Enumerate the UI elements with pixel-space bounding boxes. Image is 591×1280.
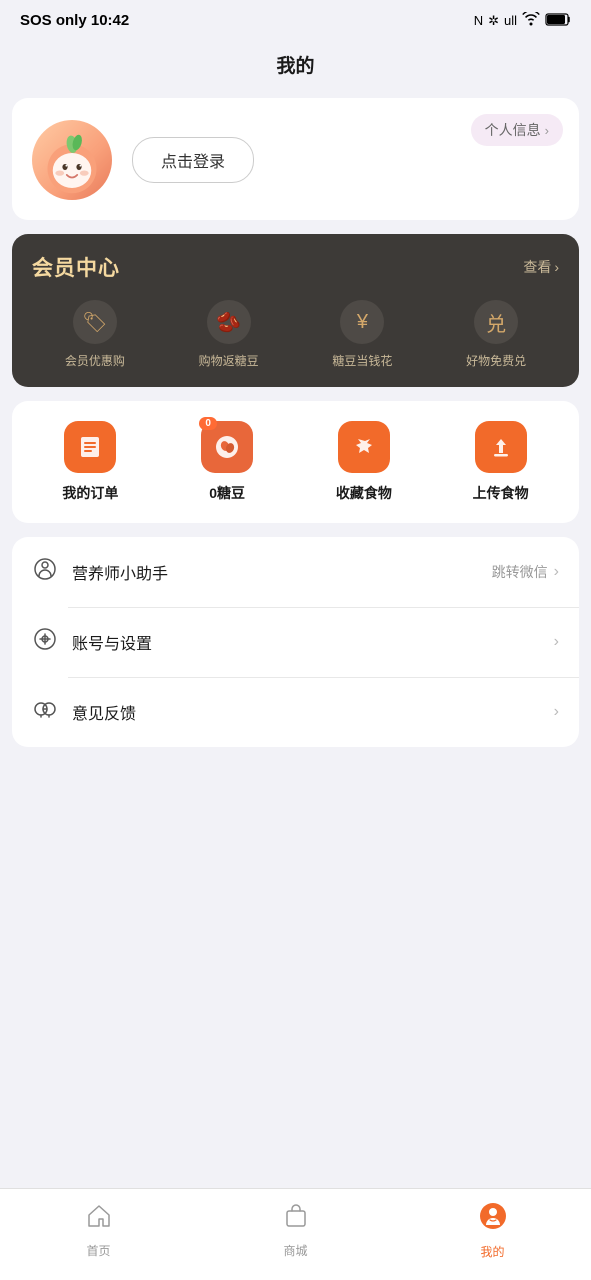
member-item-beans[interactable]: 🫘 购物返糖豆 bbox=[166, 300, 292, 369]
shop-label: 商城 bbox=[283, 1242, 307, 1259]
favorites-label: 收藏食物 bbox=[336, 483, 392, 503]
menu-item-right: › bbox=[554, 703, 559, 721]
menu-item-left: 意见反馈 bbox=[32, 697, 136, 727]
orders-icon bbox=[64, 421, 116, 473]
account-label: 账号与设置 bbox=[72, 630, 152, 654]
chevron-right-icon: › bbox=[545, 123, 549, 138]
quick-item-orders[interactable]: 我的订单 bbox=[22, 421, 159, 503]
chevron-right-icon: › bbox=[554, 703, 559, 721]
status-bar: SOS only 10:42 N ✲ ull bbox=[0, 0, 591, 37]
discount-icon: 🏷 bbox=[73, 300, 117, 344]
wifi-icon bbox=[522, 12, 540, 29]
beans-quick-icon: 0 bbox=[201, 421, 253, 473]
nutritionist-label: 营养师小助手 bbox=[72, 560, 168, 584]
nav-item-shop[interactable]: 商城 bbox=[261, 1202, 331, 1259]
bottom-nav: 首页 商城 我的 bbox=[0, 1188, 591, 1280]
beans-label: 0糖豆 bbox=[209, 483, 245, 503]
upload-icon bbox=[475, 421, 527, 473]
avatar bbox=[32, 120, 112, 200]
nav-item-home[interactable]: 首页 bbox=[64, 1202, 134, 1259]
home-icon bbox=[85, 1202, 113, 1237]
quick-item-upload[interactable]: 上传食物 bbox=[432, 421, 569, 503]
status-icons: N ✲ ull bbox=[474, 12, 571, 29]
battery-icon bbox=[545, 13, 571, 29]
signal-icon: ull bbox=[504, 13, 517, 28]
feedback-label: 意见反馈 bbox=[72, 700, 136, 724]
menu-item-left: 营养师小助手 bbox=[32, 557, 168, 587]
shop-icon bbox=[282, 1202, 310, 1237]
orders-label: 我的订单 bbox=[62, 483, 118, 503]
status-time: SOS only 10:42 bbox=[20, 12, 129, 29]
member-title: 会员中心 bbox=[32, 252, 120, 282]
beans-badge: 0 bbox=[199, 417, 217, 430]
free-icon: 兑 bbox=[474, 300, 518, 344]
menu-item-nutritionist[interactable]: 营养师小助手 跳转微信 › bbox=[12, 537, 579, 607]
nutritionist-icon bbox=[32, 557, 58, 587]
nfc-icon: N bbox=[474, 13, 483, 28]
quick-item-favorites[interactable]: 收藏食物 bbox=[296, 421, 433, 503]
menu-list: 营养师小助手 跳转微信 › 账号与设置 › bbox=[12, 537, 579, 747]
mine-icon bbox=[478, 1201, 508, 1238]
page-title: 我的 bbox=[0, 37, 591, 98]
member-item-discount[interactable]: 🏷 会员优惠购 bbox=[32, 300, 158, 369]
cash-icon: ¥ bbox=[340, 300, 384, 344]
member-view-button[interactable]: 查看 › bbox=[523, 257, 559, 277]
bluetooth-icon: ✲ bbox=[488, 13, 499, 29]
member-item-label: 购物返糖豆 bbox=[199, 352, 259, 369]
member-item-label: 糖豆当钱花 bbox=[332, 352, 392, 369]
beans-icon: 🫘 bbox=[207, 300, 251, 344]
mine-label: 我的 bbox=[480, 1243, 504, 1260]
quick-grid: 我的订单 0 0糖豆 收藏食物 bbox=[22, 421, 569, 503]
member-icons-grid: 🏷 会员优惠购 🫘 购物返糖豆 ¥ 糖豆当钱花 兑 好物免费兑 bbox=[32, 300, 559, 369]
favorites-icon bbox=[338, 421, 390, 473]
feedback-icon bbox=[32, 697, 58, 727]
chevron-right-icon: › bbox=[554, 259, 559, 275]
menu-item-right: › bbox=[554, 633, 559, 651]
menu-item-right: 跳转微信 › bbox=[492, 562, 559, 582]
chevron-right-icon: › bbox=[554, 633, 559, 651]
menu-item-account[interactable]: 账号与设置 › bbox=[12, 607, 579, 677]
quick-item-beans[interactable]: 0 0糖豆 bbox=[159, 421, 296, 503]
login-button[interactable]: 点击登录 bbox=[132, 137, 254, 183]
member-item-cash[interactable]: ¥ 糖豆当钱花 bbox=[300, 300, 426, 369]
profile-section: 个人信息 › bbox=[12, 98, 579, 220]
account-icon bbox=[32, 627, 58, 657]
member-card: 会员中心 查看 › 🏷 会员优惠购 🫘 购物返糖豆 ¥ 糖豆当钱花 兑 好物免费… bbox=[12, 234, 579, 387]
chevron-right-icon: › bbox=[554, 563, 559, 581]
member-item-label: 好物免费兑 bbox=[466, 352, 526, 369]
menu-item-feedback[interactable]: 意见反馈 › bbox=[12, 677, 579, 747]
member-header: 会员中心 查看 › bbox=[32, 252, 559, 282]
member-item-free[interactable]: 兑 好物免费兑 bbox=[433, 300, 559, 369]
nav-item-mine[interactable]: 我的 bbox=[458, 1201, 528, 1260]
quick-actions: 我的订单 0 0糖豆 收藏食物 bbox=[12, 401, 579, 523]
menu-item-left: 账号与设置 bbox=[32, 627, 152, 657]
wechat-redirect-text: 跳转微信 bbox=[492, 562, 548, 582]
upload-label: 上传食物 bbox=[473, 483, 529, 503]
personal-info-button[interactable]: 个人信息 › bbox=[471, 114, 563, 146]
member-item-label: 会员优惠购 bbox=[65, 352, 125, 369]
home-label: 首页 bbox=[86, 1242, 110, 1259]
